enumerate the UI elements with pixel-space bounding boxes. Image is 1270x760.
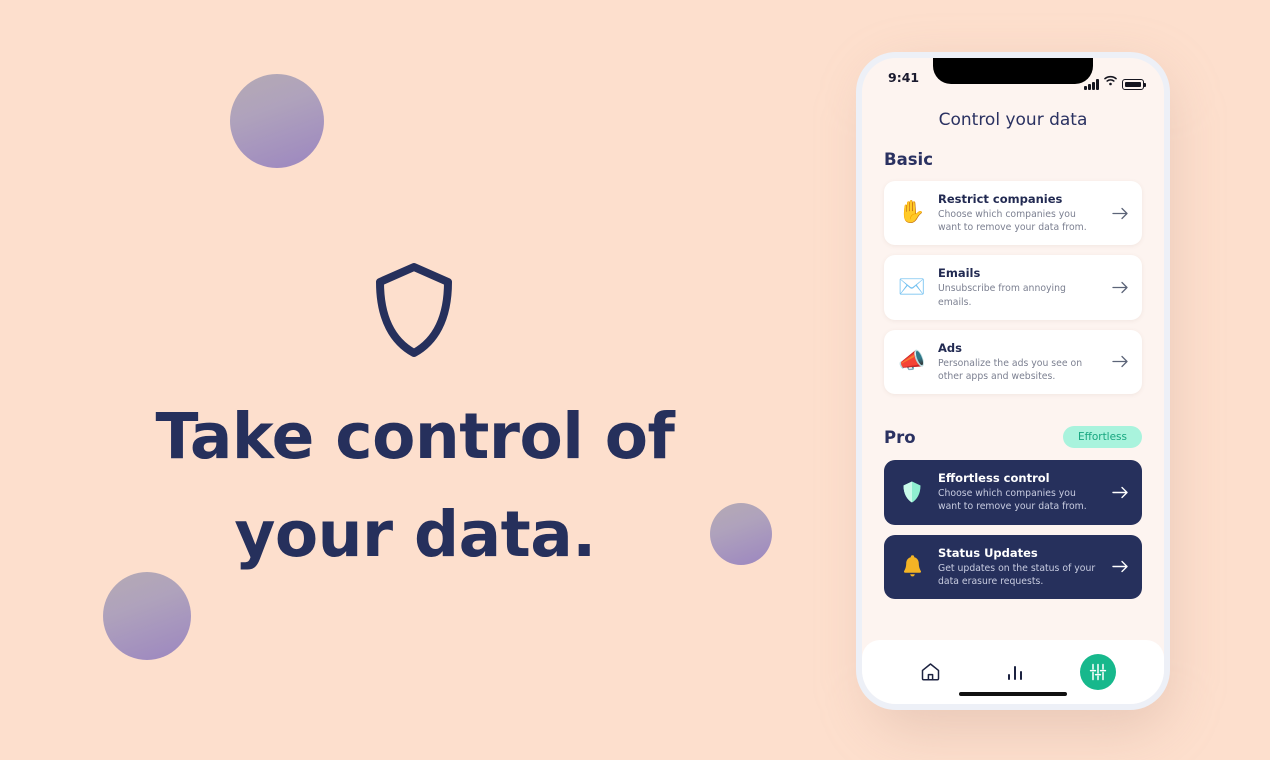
phone-screen: 9:41 Control your data Basic ✋ Restrict … [862,58,1164,704]
wifi-icon [1104,71,1117,90]
card-text: Restrict companies Choose which companie… [938,192,1100,234]
status-bar: 9:41 [862,58,1164,96]
status-badge-effortless: Effortless [1062,426,1142,449]
card-description: Get updates on the status of your data e… [938,562,1096,587]
bar-chart-icon[interactable] [995,652,1035,692]
raised-hand-icon: ✋ [898,200,926,226]
bell-icon [897,555,927,578]
home-indicator [959,691,1067,696]
status-bar-time: 9:41 [888,70,920,85]
card-text: Status Updates Get updates on the status… [938,546,1100,588]
hero-section: Take control of your data. [0,0,830,760]
headline-line-1: Take control of [155,400,675,473]
section-label-pro: Pro [884,427,916,447]
screen-title: Control your data [938,110,1088,130]
arrow-right-icon[interactable] [1111,281,1129,294]
card-title: Status Updates [938,545,1038,560]
megaphone-icon: 📣 [898,348,926,374]
arrow-right-icon[interactable] [1111,560,1129,573]
section-header-pro: Pro Effortless [884,426,1142,449]
list-item-restrict-companies[interactable]: ✋ Restrict companies Choose which compan… [884,181,1142,246]
card-title: Emails [938,266,981,281]
card-text: Ads Personalize the ads you see on other… [938,341,1100,383]
list-item-ads[interactable]: 📣 Ads Personalize the ads you see on oth… [884,329,1142,395]
headline-line-2: your data. [234,498,596,572]
list-item-effortless-control[interactable]: Effortless control Choose which companie… [884,460,1142,525]
section-label-basic: Basic [884,150,933,169]
shield-icon [374,262,454,358]
card-title: Ads [938,340,962,355]
card-description: Personalize the ads you see on other app… [938,357,1083,382]
card-title: Restrict companies [938,192,1063,206]
card-title: Effortless control [938,471,1050,486]
sliders-icon[interactable] [1079,654,1116,690]
cellular-signal-icon [1084,79,1099,90]
phone-mockup: 9:41 Control your data Basic ✋ Restrict … [856,52,1170,710]
card-description: Unsubscribe from annoying emails. [938,283,1066,308]
card-description: Choose which companies you want to remov… [938,209,1087,234]
section-basic: Basic ✋ Restrict companies Choose which … [884,150,1142,395]
list-item-status-updates[interactable]: Status Updates Get updates on the status… [884,534,1142,599]
card-text: Emails Unsubscribe from annoying emails. [938,266,1100,308]
screen-content: Control your data Basic ✋ Restrict compa… [862,96,1164,640]
status-bar-icons [1084,71,1147,90]
list-item-emails[interactable]: ✉️ Emails Unsubscribe from annoying emai… [884,255,1142,320]
arrow-right-icon[interactable] [1111,355,1129,368]
phone-notch [933,58,1093,84]
bottom-navigation-bar [862,640,1164,704]
page-title: Take control of your data. [0,388,830,585]
arrow-right-icon[interactable] [1111,486,1129,499]
envelope-icon: ✉️ [898,274,926,300]
battery-full-icon [1122,79,1147,90]
section-pro: Pro Effortless Effortless control Choose… [884,426,1142,599]
card-description: Choose which companies you want to remov… [938,488,1087,513]
card-text: Effortless control Choose which companie… [938,471,1100,513]
shield-icon [897,480,927,504]
arrow-right-icon[interactable] [1111,207,1129,220]
home-icon[interactable] [910,652,950,692]
